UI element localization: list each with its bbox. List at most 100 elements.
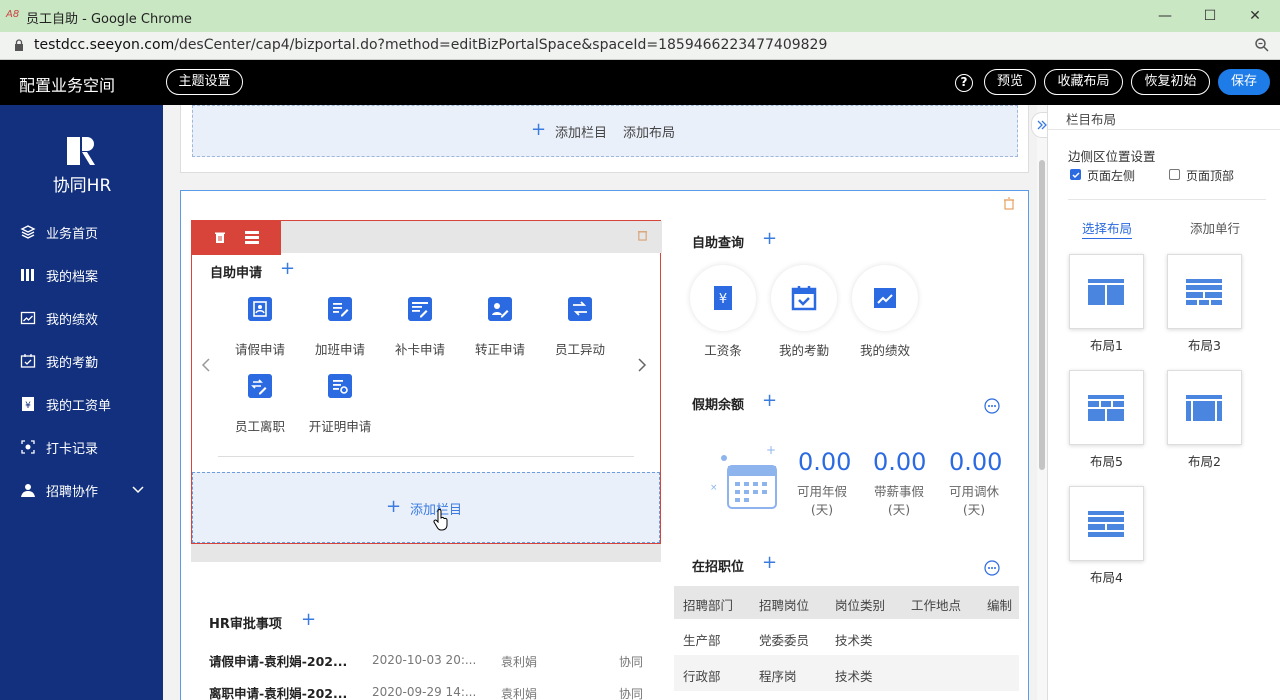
close-button[interactable]: ✕ (1240, 4, 1270, 28)
layout-option-1[interactable] (1069, 254, 1144, 329)
layout-label: 布局4 (1090, 570, 1123, 585)
hr-approvals-card: HR审批事项 + 请假申请-袁利娟-202... 2020-10-03 20:.… (191, 601, 661, 700)
top-layout-row: + 添加栏目 添加布局 (180, 105, 1029, 173)
trash-icon[interactable] (637, 229, 648, 241)
check-icon (1072, 172, 1080, 179)
add-layout-link[interactable]: 添加布局 (623, 122, 675, 141)
table-row[interactable]: 请假申请-袁利娟-202... 2020-10-03 20:... 袁利娟 协同 (191, 645, 661, 673)
sidebar-item-attendance[interactable]: 我的考勤 (0, 346, 163, 376)
sidebar-item-recruiting[interactable]: 招聘协作 (0, 475, 163, 505)
layers-icon (20, 225, 36, 239)
tab-select-layout[interactable]: 选择布局 (1082, 218, 1133, 239)
top-add-zone[interactable]: + 添加栏目 添加布局 (192, 105, 1018, 157)
apply-item-certificate[interactable]: 开证明申请 (300, 374, 380, 434)
calendar-illustration-icon: +× (710, 444, 777, 509)
theme-settings-button[interactable]: 主题设置 (166, 69, 243, 95)
query-item-performance[interactable]: 我的绩效 (852, 265, 932, 360)
sidebar-item-label: 打卡记录 (46, 442, 99, 457)
divider (1068, 199, 1266, 200)
layout-option-4[interactable] (1069, 486, 1144, 561)
approval-title[interactable]: 离职申请-袁利娟-202... (209, 683, 347, 700)
table-row[interactable]: 生产部 党委委员 技术类 (674, 619, 1019, 655)
apply-item-card-fix[interactable]: 补卡申请 (380, 297, 460, 357)
column-header: 岗位类别 (835, 598, 886, 613)
add-item-plus-icon[interactable]: + (762, 390, 777, 411)
chevron-down-icon[interactable] (131, 483, 145, 497)
scrollbar-track[interactable] (1037, 105, 1047, 700)
calendar-check-icon (791, 286, 817, 311)
restore-default-button[interactable]: 恢复初始 (1131, 69, 1210, 95)
layout-option-5[interactable] (1069, 370, 1144, 445)
trash-icon[interactable] (1003, 197, 1015, 210)
more-icon[interactable] (984, 398, 1000, 414)
layout-option-3[interactable] (1167, 254, 1242, 329)
apply-item-overtime[interactable]: 加班申请 (300, 297, 380, 357)
add-item-plus-icon[interactable]: + (280, 258, 295, 279)
apply-item-leave[interactable]: 请假申请 (220, 297, 300, 357)
collect-layout-button[interactable]: 收藏布局 (1044, 69, 1123, 95)
portal-canvas: + 添加栏目 添加布局 自助申请 + 请假申请 加班申请 补卡申请 转正申请 员… (163, 105, 1047, 700)
apply-item-transfer[interactable]: 员工异动 (540, 297, 620, 357)
approval-type: 协同 (619, 655, 644, 669)
query-item-label: 我的绩效 (859, 343, 910, 358)
payslip-circle: ¥ (690, 265, 756, 331)
table-row[interactable]: 行政部 程序岗 技术类 (674, 655, 1019, 691)
option-page-left[interactable]: 页面左侧 (1070, 167, 1150, 183)
inner-add-column-zone[interactable]: + 添加栏目 (192, 472, 660, 543)
zoom-icon[interactable] (1254, 37, 1270, 53)
query-item-attendance[interactable]: 我的考勤 (771, 265, 851, 360)
save-button[interactable]: 保存 (1218, 69, 1270, 95)
url-text[interactable]: testdcc.seeyon.com/desCenter/cap4/bizpor… (34, 37, 827, 53)
plus-icon: + (531, 119, 547, 140)
sidebar-item-home[interactable]: 业务首页 (0, 217, 163, 247)
checkbox-checked[interactable] (1070, 169, 1081, 180)
table-row[interactable]: 离职申请-袁利娟-202... 2020-09-29 14:... 袁利娟 协同 (191, 677, 661, 700)
add-item-plus-icon[interactable]: + (301, 609, 316, 630)
sidebar-item-profile[interactable]: 我的档案 (0, 260, 163, 290)
comp-leave-value: 0.00 (949, 448, 1003, 476)
app-favicon-icon: A8 (6, 9, 20, 20)
sidebar-item-performance[interactable]: 我的绩效 (0, 303, 163, 333)
table-cell: 生产部 (683, 633, 721, 648)
leave-balance-card: 假期余额 + + × 0.00 可用年假 (天) 0.00 带薪事假 (天) 0.… (674, 382, 1019, 530)
plus-icon: + (386, 496, 402, 517)
add-column-link[interactable]: 添加栏目 (555, 122, 607, 141)
page-title: 配置业务空间 (19, 76, 116, 95)
chevron-right-icon[interactable] (636, 357, 648, 373)
table-cell: 技术类 (835, 669, 873, 684)
option-page-top[interactable]: 页面顶部 (1169, 167, 1259, 183)
apply-item-regularization[interactable]: 转正申请 (460, 297, 540, 357)
sidebar-item-salary[interactable]: ¥ 我的工资单 (0, 389, 163, 419)
layout-option-2[interactable] (1167, 370, 1242, 445)
list-settings-icon[interactable] (245, 231, 259, 244)
approval-title[interactable]: 请假申请-袁利娟-202... (209, 651, 347, 670)
self-apply-card[interactable]: 自助申请 + 请假申请 加班申请 补卡申请 转正申请 员工异动 员工离职 开证明… (191, 220, 662, 544)
comp-leave-label: 可用调休 (948, 484, 999, 499)
apply-item-label: 转正申请 (474, 342, 525, 357)
scrollbar-thumb[interactable] (1039, 160, 1045, 470)
add-item-plus-icon[interactable]: + (762, 552, 777, 573)
more-icon[interactable] (984, 560, 1000, 576)
minimize-button[interactable]: — (1150, 4, 1180, 28)
paid-leave-value: 0.00 (873, 448, 927, 476)
preview-button[interactable]: 预览 (984, 69, 1036, 95)
logo-text: 协同HR (52, 176, 112, 196)
address-bar[interactable]: testdcc.seeyon.com/desCenter/cap4/bizpor… (0, 32, 1280, 60)
lock-icon (15, 39, 23, 51)
add-item-plus-icon[interactable]: + (762, 228, 777, 249)
column-header: 编制 (987, 598, 1013, 613)
self-query-card: 自助查询 + ¥ 工资条 我的考勤 我的绩效 (674, 220, 1019, 368)
chevron-left-icon[interactable] (200, 357, 212, 373)
apply-item-resign[interactable]: 员工离职 (220, 374, 300, 434)
help-icon[interactable]: ? (955, 74, 973, 92)
query-item-label: 工资条 (704, 343, 742, 358)
performance-circle (852, 265, 918, 331)
checkbox-unchecked[interactable] (1169, 169, 1180, 180)
maximize-button[interactable]: ☐ (1195, 4, 1225, 28)
layout-rows-icon (1088, 511, 1124, 537)
apply-item-label: 员工异动 (554, 342, 605, 357)
tab-add-row[interactable]: 添加单行 (1190, 218, 1240, 237)
query-item-payslip[interactable]: ¥ 工资条 (690, 265, 770, 360)
delete-icon[interactable] (214, 231, 226, 244)
sidebar-item-clock-in[interactable]: 打卡记录 (0, 432, 163, 462)
